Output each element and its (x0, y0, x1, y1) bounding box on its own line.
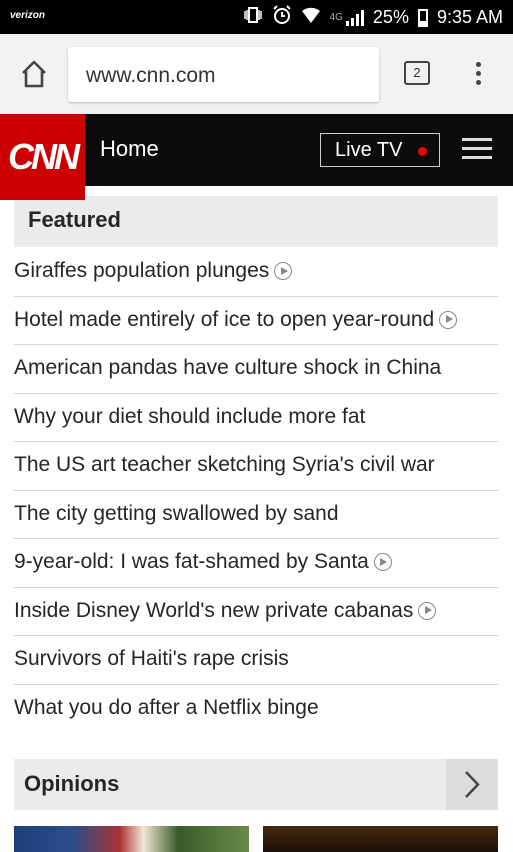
vibrate-icon (243, 6, 263, 29)
tab-switcher-button[interactable]: 2 (404, 61, 430, 85)
network-type: 4G (329, 12, 343, 23)
battery-icon (417, 8, 428, 27)
home-nav-link[interactable]: Home (100, 136, 159, 162)
clock: 9:35 AM (436, 7, 503, 27)
story-headline: 9-year-old: I was fat-shamed by Santa (14, 550, 369, 573)
status-icons: 4G 25% 9:35 AM (243, 5, 503, 30)
home-button[interactable] (14, 58, 54, 90)
opinions-title: Opinions (24, 771, 120, 796)
featured-story-link[interactable]: Hotel made entirely of ice to open year-… (14, 297, 498, 345)
live-indicator-icon (418, 147, 427, 156)
address-bar[interactable]: www.cnn.com (68, 47, 379, 102)
overflow-menu-button[interactable] (474, 62, 482, 88)
story-headline: Giraffes population plunges (14, 259, 270, 282)
hamburger-menu-icon[interactable] (462, 138, 492, 160)
play-video-icon (274, 262, 293, 280)
featured-list: Giraffes population plunges Hotel made en… (14, 248, 498, 733)
story-headline: Inside Disney World's new private cabana… (14, 598, 414, 622)
opinion-thumbnail[interactable] (263, 826, 498, 852)
opinion-thumbnail[interactable] (14, 826, 249, 852)
cnn-logo[interactable]: CNN (0, 114, 85, 200)
story-headline: The US art teacher sketching Syria's civ… (14, 453, 435, 476)
featured-story-link[interactable]: American pandas have culture shock in Ch… (14, 345, 498, 394)
live-tv-button[interactable]: Live TV (320, 133, 440, 167)
chevron-right-icon (465, 771, 480, 798)
story-headline: Why your diet should include more fat (14, 404, 366, 428)
signal-icon (345, 9, 364, 26)
alarm-icon (272, 5, 292, 30)
story-headline: Survivors of Haiti's rape crisis (14, 647, 289, 670)
play-video-icon (418, 601, 437, 620)
url-text: www.cnn.com (86, 64, 216, 87)
featured-story-link[interactable]: Inside Disney World's new private cabana… (14, 588, 498, 636)
live-tv-label: Live TV (335, 139, 403, 161)
story-headline: The city getting swallowed by sand (14, 501, 339, 525)
featured-story-link[interactable]: What you do after a Netflix binge (14, 685, 498, 734)
featured-story-link[interactable]: Giraffes population plunges (14, 248, 498, 297)
featured-story-link[interactable]: The US art teacher sketching Syria's civ… (14, 442, 498, 491)
story-headline: What you do after a Netflix binge (14, 695, 319, 719)
featured-title: Featured (28, 207, 121, 232)
story-headline: American pandas have culture shock in Ch… (14, 356, 442, 379)
featured-story-link[interactable]: 9-year-old: I was fat-shamed by Santa (14, 539, 498, 588)
play-video-icon (373, 553, 392, 571)
opinions-header[interactable]: Opinions (14, 759, 446, 810)
browser-toolbar: www.cnn.com 2 (0, 34, 513, 114)
featured-header: Featured (14, 196, 498, 247)
featured-story-link[interactable]: Why your diet should include more fat (14, 394, 498, 442)
featured-story-link[interactable]: Survivors of Haiti's rape crisis (14, 636, 498, 685)
wifi-icon (301, 6, 321, 29)
story-headline: Hotel made entirely of ice to open year-… (14, 307, 435, 331)
play-video-icon (439, 310, 458, 329)
status-bar: verizon 4G 25% 9:35 AM (0, 0, 513, 34)
battery-percent: 25% (372, 7, 409, 27)
opinions-next-button[interactable] (446, 759, 498, 810)
featured-story-link[interactable]: The city getting swallowed by sand (14, 491, 498, 539)
carrier-logo: verizon (10, 10, 46, 21)
home-icon (22, 60, 46, 88)
